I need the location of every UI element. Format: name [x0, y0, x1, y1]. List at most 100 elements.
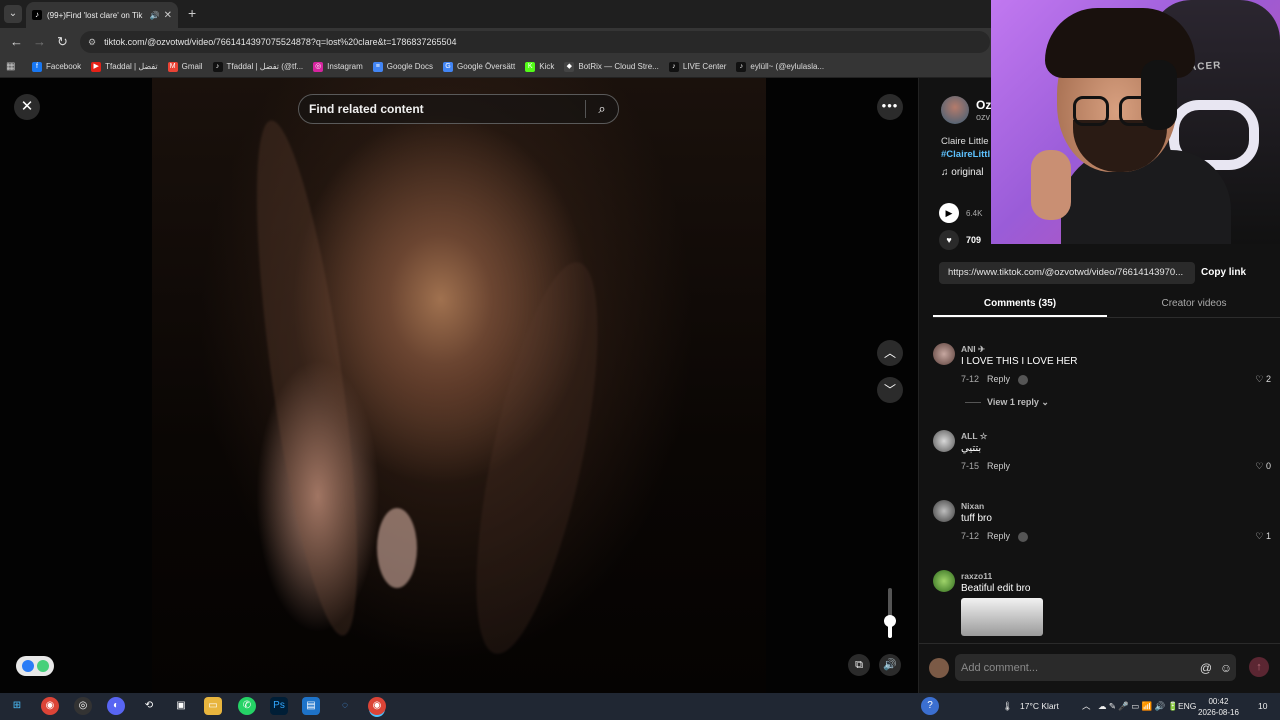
app-icon[interactable]: ▣ [172, 697, 190, 715]
bookmark-item[interactable]: ◎ Instagram [313, 61, 363, 72]
comment-text: بتتيي [961, 443, 982, 454]
tiktok-icon: ♪ [212, 61, 223, 72]
bookmark-item[interactable]: ♪ LIVE Center [668, 61, 726, 72]
obs-icon[interactable]: ◎ [74, 697, 92, 715]
comment-gif-image[interactable] [961, 598, 1043, 636]
music-link[interactable]: ♫ original [941, 167, 984, 178]
play-icon[interactable]: ▶ [939, 203, 959, 223]
next-video-button[interactable]: ﹀ [877, 377, 903, 403]
bookmark-item[interactable]: ▶ Tfaddal | تفضل [91, 61, 158, 72]
browser-tab-active[interactable]: ♪ (99+)Find 'lost clare' on Tik 🔊 ✕ [26, 2, 178, 28]
language-indicator[interactable]: ENG [1178, 693, 1196, 720]
hashtag-link[interactable]: #ClaireLittl [941, 149, 990, 160]
mention-icon[interactable]: @ [1196, 661, 1216, 675]
discord-icon[interactable]: ◐ [107, 697, 125, 715]
bookmark-item[interactable]: ◆ BotRix — Cloud Stre... [564, 61, 659, 72]
video-description: Claire Little [941, 136, 989, 147]
new-tab-button[interactable]: + [188, 6, 196, 20]
search-input[interactable] [309, 102, 585, 116]
bookmark-item[interactable]: M Gmail [167, 61, 203, 72]
comment-username[interactable]: raxzo11 [961, 571, 992, 581]
headphones [1141, 60, 1177, 130]
windows-start-icon[interactable]: ⊞ [8, 697, 26, 715]
bookmark-item[interactable]: G Google Översätt [442, 61, 515, 72]
help-icon[interactable]: ? [921, 697, 939, 715]
back-arrow-icon[interactable]: ← [10, 34, 23, 50]
share-link-field[interactable]: https://www.tiktok.com/@ozvotwd/video/76… [939, 262, 1195, 284]
photoshop-icon[interactable]: Ps [270, 697, 288, 715]
tray-chevron-icon[interactable]: ︿ [1082, 693, 1091, 720]
previous-video-button[interactable]: ︿ [877, 340, 903, 366]
comment-like[interactable]: ♡ 1 [1255, 531, 1271, 542]
video-player[interactable] [152, 78, 766, 693]
send-comment-button[interactable]: ↑ [1249, 657, 1269, 677]
comment-username[interactable]: Nixan [961, 501, 984, 511]
heart-icon[interactable]: ♥ [939, 230, 959, 250]
volume-slider[interactable] [884, 588, 896, 638]
weather-icon[interactable]: 🌡 [1002, 693, 1013, 720]
creator-liked-avatar [1018, 374, 1029, 385]
capcut-icon[interactable]: ⟲ [140, 697, 158, 715]
emoji-icon[interactable]: ☺ [1216, 661, 1236, 675]
reload-icon[interactable]: ↻ [57, 34, 68, 50]
reply-button[interactable]: Reply [987, 374, 1010, 384]
tab-close-icon[interactable]: ✕ [164, 10, 172, 21]
file-explorer-icon[interactable]: ▭ [204, 697, 222, 715]
commenter-avatar[interactable] [933, 343, 955, 365]
chrome-active-icon[interactable]: ◉ [368, 697, 386, 715]
extension-badge[interactable] [16, 656, 54, 676]
comment-username[interactable]: ANI ✈ [961, 344, 985, 355]
comment-box[interactable]: @ ☺ [955, 654, 1236, 681]
volume-icon[interactable]: 🔊 [879, 654, 901, 676]
docs-icon: ≡ [372, 61, 383, 72]
address-bar[interactable]: ⚙ tiktok.com/@ozvotwd/video/766141439707… [80, 31, 990, 53]
comment-text: Beatiful edit bro [961, 583, 1031, 594]
whatsapp-icon[interactable]: ✆ [238, 697, 256, 715]
app-icon[interactable]: ◌ [336, 697, 354, 715]
site-info-icon[interactable]: ⚙ [88, 37, 96, 48]
tray-icons[interactable]: ☁ ✎ 🎤 ▭ 📶 🔊 🔋 [1098, 693, 1178, 720]
author-block[interactable]: Oz ozv [941, 96, 991, 124]
bookmark-item[interactable]: K Kick [525, 61, 554, 72]
comment-like[interactable]: ♡ 0 [1255, 461, 1271, 472]
apps-grid-icon[interactable]: ▦ [6, 61, 18, 72]
clock-time: 00:42 [1208, 697, 1229, 706]
weather-text[interactable]: 17°C Klart [1020, 693, 1059, 720]
more-options-button[interactable]: ••• [877, 94, 903, 120]
view-replies-button[interactable]: View 1 reply ⌄ [965, 397, 1049, 408]
commenter-avatar[interactable] [933, 570, 955, 592]
bookmark-item[interactable]: ♪ Tfaddal | تفضل (@tf... [212, 61, 303, 72]
floating-player-icon[interactable]: ⧉ [848, 654, 870, 676]
comment-username[interactable]: ALL ☆ [961, 431, 987, 442]
close-button[interactable]: ✕ [14, 94, 40, 120]
tab-creator-videos[interactable]: Creator videos [1107, 292, 1280, 317]
commenter-avatar[interactable] [933, 500, 955, 522]
volume-knob[interactable] [884, 614, 896, 627]
likes-stat[interactable]: ♥ 709 [939, 230, 981, 250]
panel-tabs: Comments (35) Creator videos [933, 292, 1280, 318]
creator-liked-avatar [1018, 531, 1029, 542]
copy-link-button[interactable]: Copy link [1201, 262, 1246, 284]
reply-button[interactable]: Reply [987, 531, 1010, 541]
bookmark-item[interactable]: f Facebook [32, 61, 81, 72]
chrome-icon[interactable]: ◉ [41, 697, 59, 715]
speaker-icon[interactable]: 🔊 [150, 11, 160, 20]
app-icon[interactable]: ▤ [302, 697, 320, 715]
commenter-avatar[interactable] [933, 430, 955, 452]
system-clock[interactable]: 00:42 2026-08-16 [1198, 696, 1239, 718]
search-icon[interactable]: ⌕ [586, 101, 618, 117]
tab-comments[interactable]: Comments (35) [933, 292, 1107, 317]
forward-arrow-icon[interactable]: → [33, 34, 46, 50]
botrix-icon: ◆ [564, 61, 575, 72]
author-avatar[interactable] [941, 96, 969, 124]
comment-input[interactable] [961, 661, 1196, 674]
plays-stat[interactable]: ▶ 6.4K [939, 203, 982, 223]
bookmark-item[interactable]: ♪ eylüll~ (@eylulasla... [736, 61, 824, 72]
bookmark-item[interactable]: ≡ Google Docs [372, 61, 433, 72]
tiktok-icon: ♪ [736, 61, 747, 72]
comment-like[interactable]: ♡ 2 [1255, 374, 1271, 385]
tab-search-chevron-icon[interactable]: ⌄ [4, 5, 22, 23]
notification-count[interactable]: 10 [1258, 693, 1267, 720]
reply-button[interactable]: Reply [987, 461, 1010, 471]
related-search-bar[interactable]: ⌕ [298, 94, 619, 124]
